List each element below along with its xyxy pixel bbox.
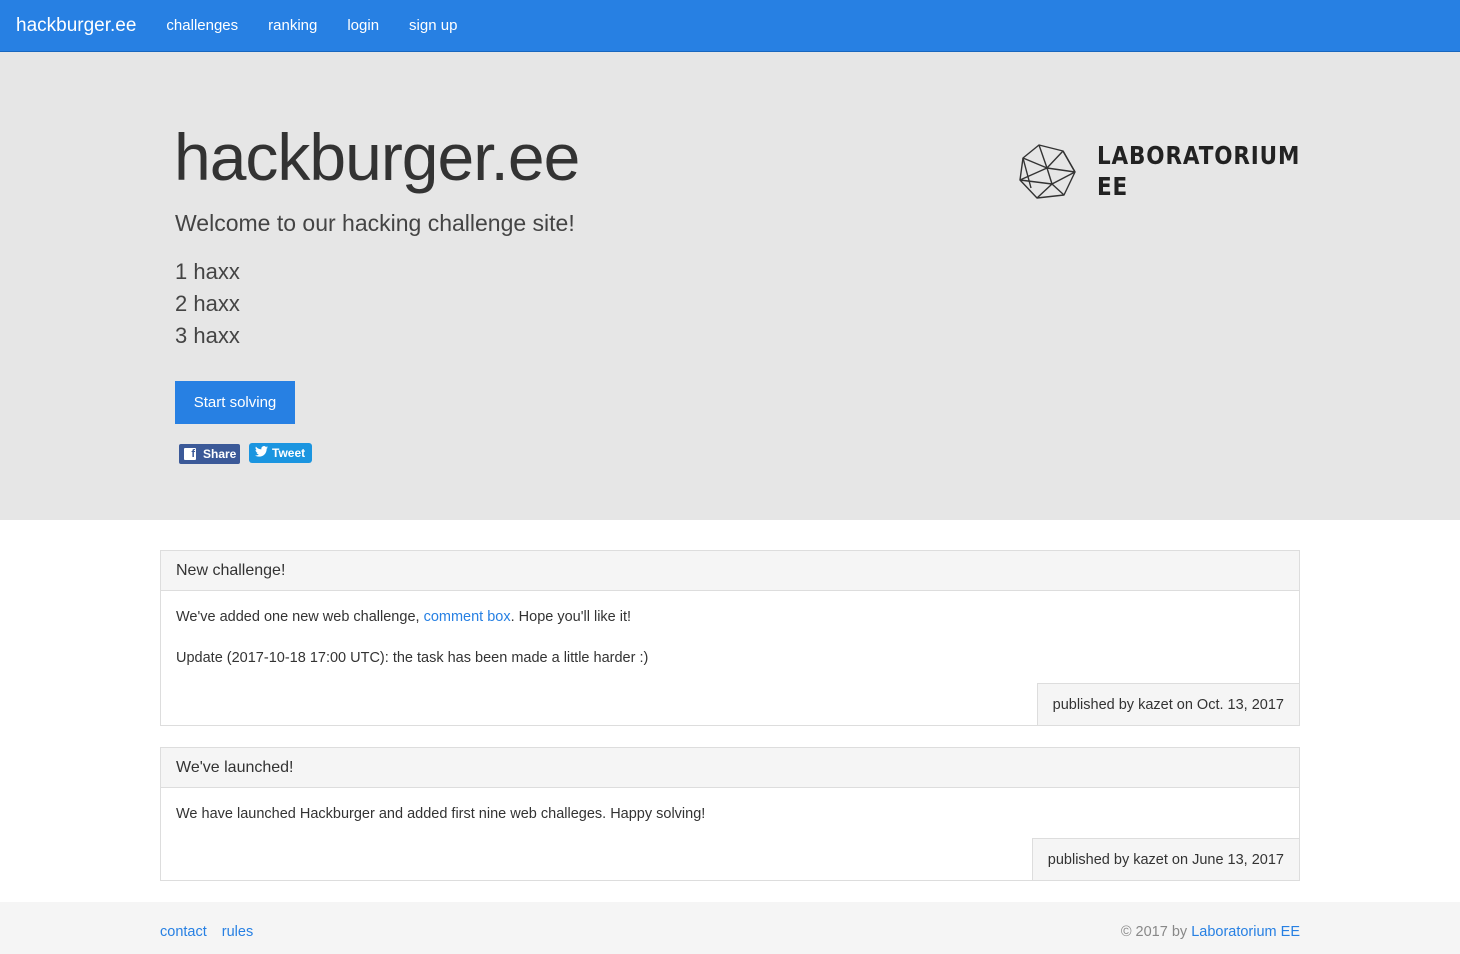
page-footer: contact rules © 2017 by Laboratorium EE (0, 902, 1460, 954)
logo-line-1: LABORATORIUM (1097, 141, 1301, 170)
news-panel: We've launched! We have launched Hackbur… (160, 747, 1300, 881)
laboratorium-link[interactable]: Laboratorium EE (1191, 924, 1300, 940)
hero-subtitle: Welcome to our hacking challenge site! (175, 210, 575, 236)
copyright-text: © 2017 by (1120, 924, 1192, 940)
navbar-brand[interactable]: hackburger.ee (16, 15, 136, 37)
panel-footer: published by kazet on June 13, 2017 (1031, 838, 1299, 880)
panel-title: We've launched! (161, 748, 1299, 788)
text-span: . Hope you'll like it! (510, 609, 632, 625)
hero-line-3: 3 haxx (175, 323, 240, 348)
nav-link-challenges[interactable]: challenges (151, 17, 253, 34)
logo-line-2: EE (1097, 172, 1129, 201)
nav-links: challenges ranking login sign up (151, 17, 472, 34)
panel-body: We have launched Hackburger and added fi… (161, 788, 1299, 824)
top-navbar: hackburger.ee challenges ranking login s… (0, 0, 1460, 52)
twitter-bird-icon (255, 446, 268, 460)
contact-link[interactable]: contact (160, 924, 207, 940)
facebook-icon: f (184, 448, 196, 460)
news-panel: New challenge! We've added one new web c… (160, 550, 1300, 726)
nav-link-ranking[interactable]: ranking (253, 17, 332, 34)
panel-footer: published by kazet on Oct. 13, 2017 (1036, 683, 1299, 725)
logo-text: LABORATORIUM EE (1097, 140, 1300, 202)
panel-body: We've added one new web challenge, comme… (161, 591, 1299, 668)
copyright: © 2017 by Laboratorium EE (1121, 924, 1300, 940)
text-span: We've added one new web challenge, (176, 609, 424, 625)
panel-paragraph: We have launched Hackburger and added fi… (176, 806, 706, 822)
nav-link-login[interactable]: login (332, 17, 394, 34)
panel-title: New challenge! (161, 551, 1299, 591)
hero-haxx-list: 1 haxx 2 haxx 3 haxx (175, 256, 240, 352)
start-solving-button[interactable]: Start solving (175, 381, 295, 424)
facebook-share-button[interactable]: f Share (179, 444, 240, 464)
hero-line-1: 1 haxx (175, 259, 240, 284)
laboratorium-logo: LABORATORIUM EE (1017, 140, 1333, 202)
rules-link[interactable]: rules (222, 924, 253, 940)
hero-line-2: 2 haxx (175, 291, 240, 316)
footer-links: contact rules (160, 924, 264, 940)
comment-box-link[interactable]: comment box (424, 609, 511, 625)
share-label: Share (203, 447, 237, 461)
hero-title: hackburger.ee (174, 120, 580, 194)
tweet-label: Tweet (272, 446, 306, 460)
hero-jumbotron: hackburger.ee Welcome to our hacking cha… (0, 52, 1460, 520)
panel-paragraph: We've added one new web challenge, comme… (176, 607, 1284, 627)
panel-update-paragraph: Update (2017-10-18 17:00 UTC): the task … (176, 650, 649, 666)
tweet-button[interactable]: Tweet (249, 443, 312, 463)
polyhedron-logo-icon (1019, 144, 1076, 199)
nav-link-sign-up[interactable]: sign up (394, 17, 472, 34)
